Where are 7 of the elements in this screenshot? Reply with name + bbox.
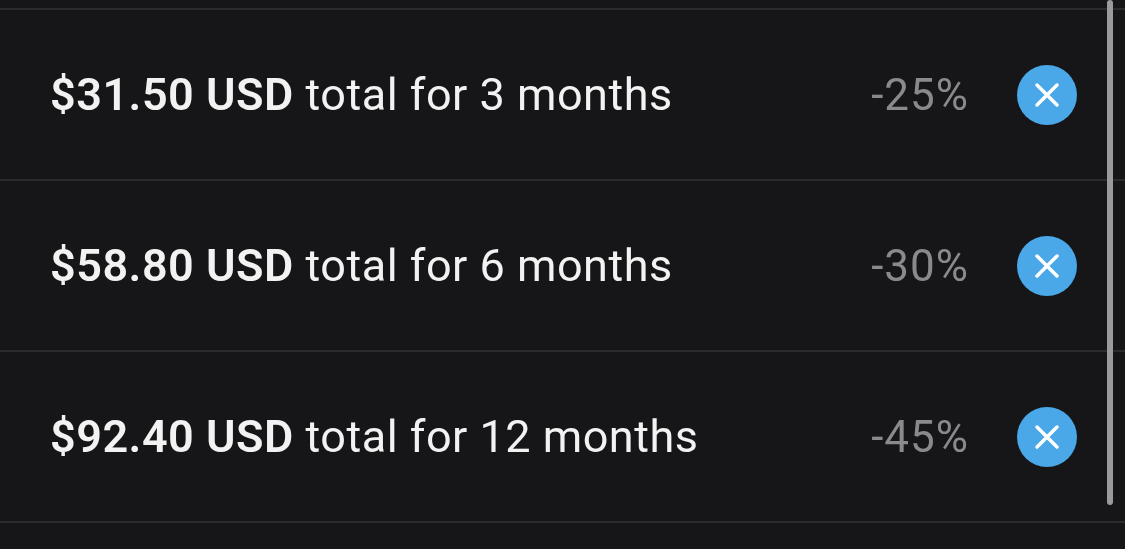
- bundle-price: $31.50 USD total for 3 months: [50, 66, 674, 123]
- discount-percent: -30%: [870, 238, 969, 294]
- bundle-price: $58.80 USD total for 6 months: [50, 237, 674, 294]
- bundle-price: $92.40 USD total for 12 months: [50, 408, 700, 465]
- discount-percent: -25%: [870, 67, 969, 123]
- discount-percent: -45%: [870, 409, 969, 465]
- scrollbar[interactable]: [1107, 0, 1113, 505]
